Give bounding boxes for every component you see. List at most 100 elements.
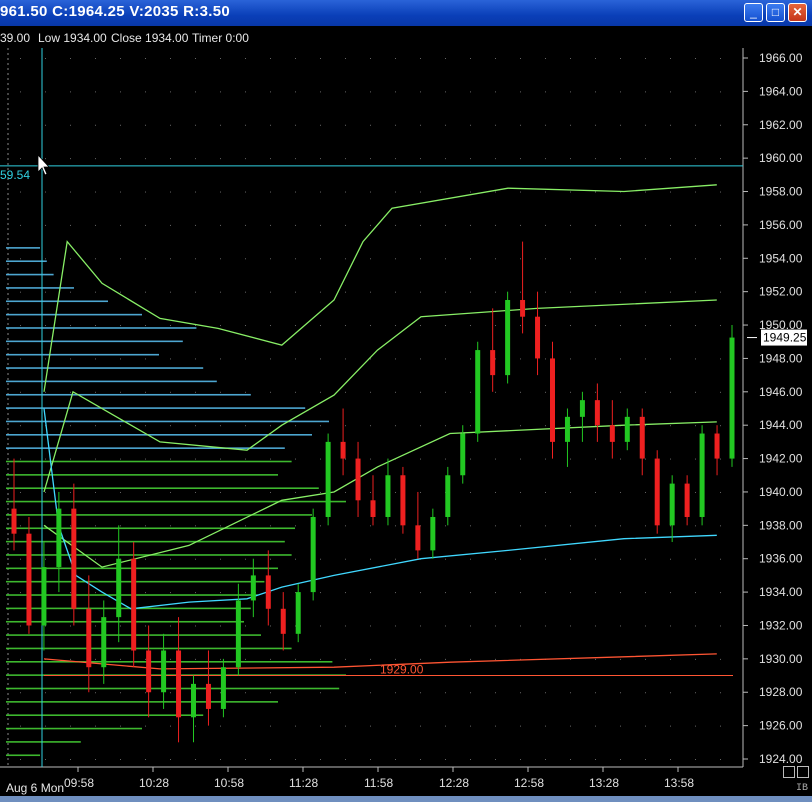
grid-dot: [195, 658, 196, 660]
candle-body: [161, 650, 167, 693]
grid-dot: [95, 425, 96, 427]
grid-dot: [645, 325, 646, 327]
volume-profile-bar: [6, 754, 40, 757]
time-tick-label: 12:58: [514, 776, 544, 790]
grid-dot: [20, 458, 21, 460]
price-tick-label: 1966.00: [759, 51, 803, 65]
grid-dot: [95, 325, 96, 327]
window-titlebar[interactable]: 961.50 C:1964.25 V:2035 R:3.50 _ □ ✕: [0, 0, 812, 26]
volume-profile-bar: [6, 273, 54, 276]
grid-dot: [720, 759, 721, 760]
grid-dot: [295, 158, 296, 160]
candle-body: [639, 416, 645, 459]
grid-dot: [145, 58, 146, 59]
price-tick-label: 1954.00: [759, 251, 803, 265]
grid-dot: [420, 91, 421, 93]
grid-dot: [295, 692, 296, 694]
grid-dot: [370, 458, 371, 460]
candle-body: [714, 433, 720, 459]
grid-dot: [445, 525, 446, 527]
grid-dot: [20, 625, 21, 627]
grid-dot: [345, 258, 346, 260]
grid-dot: [170, 124, 171, 126]
grid-dot: [520, 491, 521, 493]
grid-dot: [95, 158, 96, 160]
grid-dot: [170, 91, 171, 93]
grid-dot: [445, 191, 446, 193]
grid-dot: [320, 558, 321, 560]
candle-body: [430, 516, 436, 551]
grid-dot: [345, 592, 346, 594]
grid-dot: [595, 592, 596, 594]
candle-body: [669, 483, 675, 526]
grid-dot: [245, 458, 246, 460]
window-title: 961.50 C:1964.25 V:2035 R:3.50: [0, 3, 230, 20]
grid-dot: [95, 692, 96, 694]
grid-dot: [720, 258, 721, 260]
grid-dot: [370, 224, 371, 226]
low-value: Low 1934.00: [38, 31, 107, 45]
grid-dot: [395, 759, 396, 760]
grid-dot: [595, 91, 596, 93]
grid-dot: [395, 658, 396, 660]
grid-dot: [195, 158, 196, 160]
grid-dot: [670, 759, 671, 760]
grid-dot: [470, 191, 471, 193]
grid-dot: [620, 525, 621, 527]
grid-dot: [295, 425, 296, 427]
price-chart[interactable]: 1966.00 1964.00 1962.00 1960.00 1958.00 1956.…: [0, 48, 812, 796]
grid-dot: [670, 258, 671, 260]
grid-dot: [645, 592, 646, 594]
time-tick-label: 11:58: [364, 776, 393, 790]
grid-dot: [720, 358, 721, 360]
grid-dot: [270, 425, 271, 427]
grid-dot: [345, 91, 346, 93]
grid-dot: [570, 91, 571, 93]
grid-dot: [470, 258, 471, 260]
grid-dot: [720, 191, 721, 193]
grid-dot: [270, 158, 271, 160]
volume-profile-bar: [6, 500, 346, 503]
grid-dot: [620, 58, 621, 59]
grid-dot: [445, 158, 446, 160]
grid-dot: [245, 325, 246, 327]
grid-dot: [695, 558, 696, 560]
maximize-button[interactable]: □: [766, 3, 785, 22]
grid-dot: [520, 525, 521, 527]
grid-dot: [270, 124, 271, 126]
zoom-out-button[interactable]: [783, 766, 795, 778]
grid-dot: [520, 325, 521, 327]
zoom-in-button[interactable]: [797, 766, 809, 778]
grid-dot: [645, 191, 646, 193]
candle-body: [609, 425, 615, 442]
grid-dot: [20, 124, 21, 126]
grid-dot: [670, 58, 671, 59]
close-button[interactable]: ✕: [788, 3, 807, 22]
grid-dot: [95, 725, 96, 727]
grid-dot: [320, 291, 321, 293]
grid-dot: [20, 658, 21, 660]
volume-profile-bar: [6, 514, 312, 516]
grid-dot: [120, 258, 121, 260]
date-label: Aug 6 Mon: [6, 781, 65, 795]
grid-dot: [470, 291, 471, 293]
grid-dot: [570, 759, 571, 760]
volume-profile-bar: [6, 487, 319, 490]
grid-dot: [545, 692, 546, 694]
grid-dot: [445, 224, 446, 226]
grid-dot: [95, 625, 96, 627]
grid-dot: [595, 391, 596, 393]
grid-dot: [345, 491, 346, 493]
grid-dot: [370, 91, 371, 93]
grid-dot: [670, 158, 671, 160]
grid-dot: [470, 658, 471, 660]
grid-dot: [320, 592, 321, 594]
grid-dot: [670, 391, 671, 393]
grid-dot: [520, 158, 521, 160]
grid-dot: [520, 558, 521, 560]
minimize-button[interactable]: _: [744, 3, 763, 22]
time-tick-label: 13:58: [664, 776, 694, 790]
candle-body: [101, 617, 107, 668]
grid-dot: [645, 358, 646, 360]
grid-dot: [695, 325, 696, 327]
